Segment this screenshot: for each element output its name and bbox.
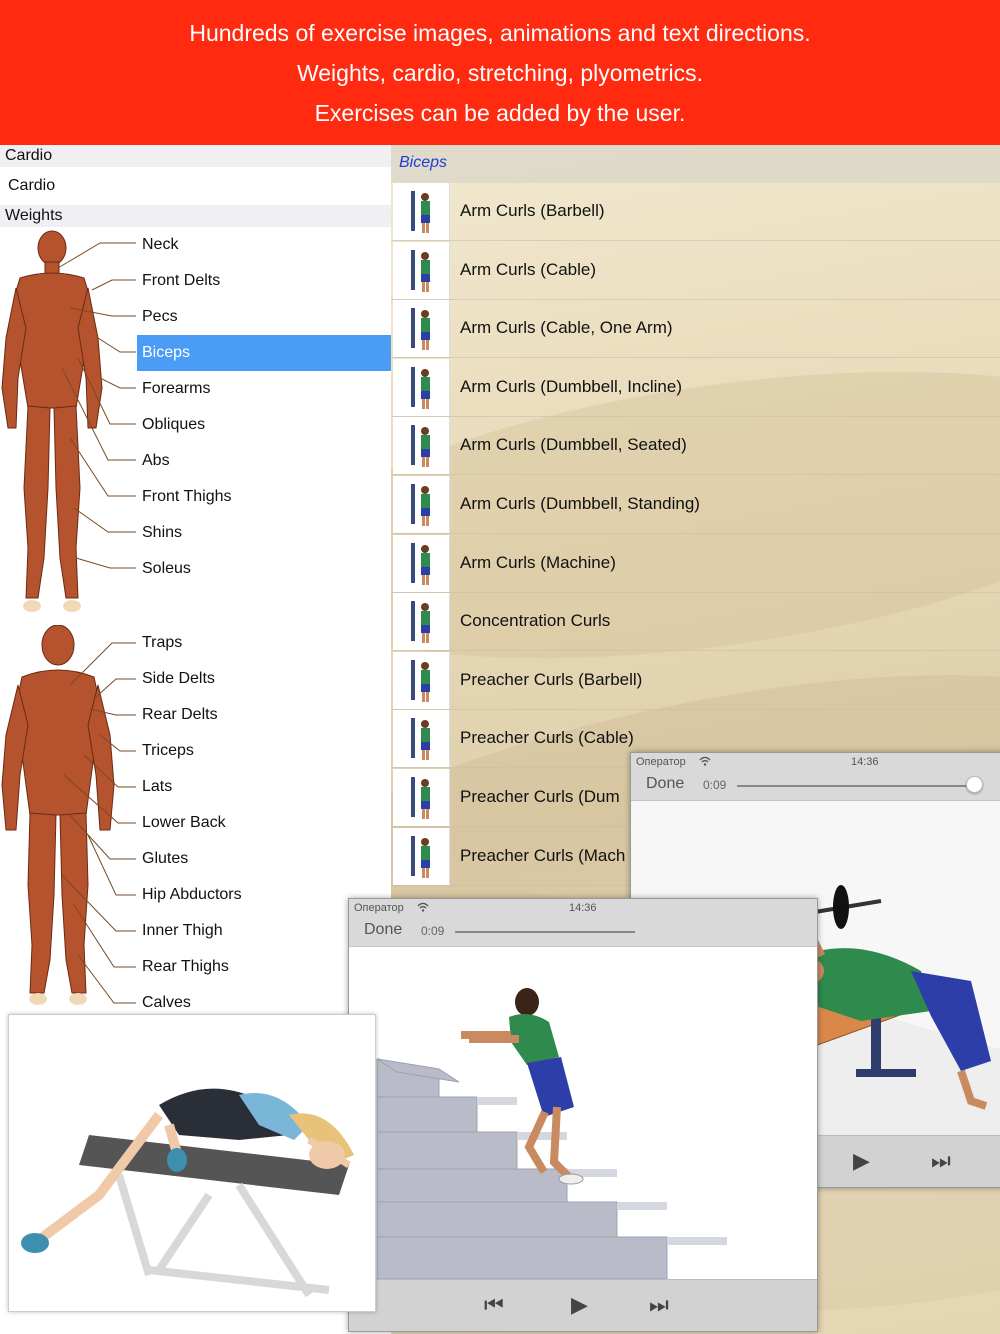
list-section-header: Biceps	[391, 145, 1000, 183]
banner-line-1: Hundreds of exercise images, animations …	[189, 20, 811, 46]
exercise-thumbnail	[393, 593, 450, 651]
status-time: 14:36	[569, 902, 597, 914]
exercise-thumbnail	[393, 827, 450, 885]
play-icon[interactable]: ▶	[571, 1292, 588, 1318]
elapsed-time: 0:09	[703, 778, 727, 792]
exercise-row[interactable]: Arm Curls (Dumbbell, Seated)	[391, 417, 1000, 476]
exercise-name: Arm Curls (Cable, One Arm)	[460, 318, 673, 338]
list-header-title: Biceps	[399, 154, 448, 171]
muscle-item-rear-delts[interactable]: Rear Delts	[137, 697, 391, 733]
muscle-item-glutes[interactable]: Glutes	[137, 841, 391, 877]
wifi-icon	[417, 902, 429, 915]
progress-track[interactable]	[737, 785, 975, 787]
exercise-name: Arm Curls (Dumbbell, Seated)	[460, 435, 687, 455]
exercise-thumbnail	[393, 183, 450, 240]
exercise-thumbnail	[393, 417, 450, 475]
exercise-thumbnail	[393, 476, 450, 533]
exercise-row[interactable]: Arm Curls (Dumbbell, Standing)	[391, 476, 1000, 534]
bench-stretch-illustration	[9, 1015, 375, 1311]
list-item-cardio[interactable]: Cardio	[0, 167, 391, 204]
muscle-item-front-thighs[interactable]: Front Thighs	[137, 479, 391, 515]
muscle-item-pecs[interactable]: Pecs	[137, 299, 391, 335]
front-anatomy-figure	[1, 230, 136, 612]
fast-forward-icon[interactable]: ⏭	[649, 1292, 669, 1318]
fast-forward-icon[interactable]: ⏭	[931, 1148, 951, 1174]
exercise-thumbnail	[393, 300, 450, 358]
exercise-row[interactable]: Preacher Curls (Barbell)	[391, 651, 1000, 710]
status-time: 14:36	[851, 756, 879, 768]
carrier-label: Оператор	[354, 902, 404, 914]
exercise-row[interactable]: Arm Curls (Machine)	[391, 534, 1000, 593]
exercise-name: Preacher Curls (Dum	[460, 787, 620, 806]
muscle-item-neck[interactable]: Neck	[137, 227, 391, 263]
muscle-item-front-delts[interactable]: Front Delts	[137, 263, 391, 299]
muscle-item-side-delts[interactable]: Side Delts	[137, 661, 391, 697]
muscle-item-lats[interactable]: Lats	[137, 769, 391, 805]
play-icon[interactable]: ▶	[853, 1148, 870, 1174]
exercise-thumbnail	[393, 651, 450, 709]
done-button[interactable]: Done	[364, 921, 402, 939]
exercise-thumbnail	[393, 769, 450, 826]
video-player-stairs[interactable]: Оператор 14:36 Done 0:09 ⏮ ▶ ⏭	[348, 898, 818, 1332]
muscle-item-traps[interactable]: Traps	[137, 625, 391, 661]
section-header-cardio: Cardio	[0, 145, 391, 167]
progress-knob[interactable]	[966, 776, 983, 793]
muscle-item-obliques[interactable]: Obliques	[137, 407, 391, 443]
stretch-exercise-image	[8, 1014, 376, 1312]
exercise-name: Preacher Curls (Mach	[460, 845, 626, 865]
muscle-item-lower-back[interactable]: Lower Back	[137, 805, 391, 841]
exercise-name: Arm Curls (Cable)	[460, 259, 597, 279]
back-anatomy-figure	[1, 625, 136, 1005]
muscle-item-shins[interactable]: Shins	[137, 515, 391, 551]
muscle-item-abs[interactable]: Abs	[137, 443, 391, 479]
exercise-name: Arm Curls (Machine)	[460, 552, 616, 572]
exercise-row[interactable]: Arm Curls (Cable)	[391, 241, 1000, 300]
elapsed-time: 0:09	[421, 924, 445, 938]
muscle-item-soleus[interactable]: Soleus	[137, 551, 391, 587]
exercise-row[interactable]: Arm Curls (Cable, One Arm)	[391, 300, 1000, 359]
section-header-weights: Weights	[0, 205, 391, 227]
stair-jump-illustration	[349, 947, 817, 1279]
progress-track[interactable]	[455, 931, 635, 933]
exercise-row[interactable]: Arm Curls (Barbell)	[391, 183, 1000, 241]
exercise-row[interactable]: Arm Curls (Dumbbell, Incline)	[391, 358, 1000, 417]
muscle-item-forearms[interactable]: Forearms	[137, 371, 391, 407]
exercise-name: Arm Curls (Barbell)	[460, 201, 605, 220]
exercise-name: Arm Curls (Dumbbell, Standing)	[460, 494, 700, 513]
exercise-name: Preacher Curls (Cable)	[460, 728, 634, 748]
player-toolbar: Оператор 14:36 Done 0:09	[631, 753, 1000, 801]
player-controls: ⏮ ▶ ⏭	[349, 1279, 817, 1331]
banner-line-2: Weights, cardio, stretching, plyometrics…	[296, 60, 704, 86]
exercise-name: Preacher Curls (Barbell)	[460, 669, 643, 689]
exercise-thumbnail	[393, 358, 450, 416]
promo-banner: Hundreds of exercise images, animations …	[0, 0, 1000, 145]
player-toolbar: Оператор 14:36 Done 0:09	[349, 899, 817, 947]
muscle-item-triceps[interactable]: Triceps	[137, 733, 391, 769]
exercise-thumbnail	[393, 710, 450, 768]
exercise-thumbnail	[393, 534, 450, 592]
exercise-row[interactable]: Concentration Curls	[391, 593, 1000, 652]
wifi-icon	[699, 756, 711, 769]
rewind-icon[interactable]: ⏮	[484, 1292, 504, 1318]
exercise-thumbnail	[393, 241, 450, 299]
done-button[interactable]: Done	[646, 775, 684, 793]
muscle-item-biceps[interactable]: Biceps	[137, 335, 391, 371]
exercise-name: Concentration Curls	[460, 611, 611, 631]
banner-line-3: Exercises can be added by the user.	[314, 100, 686, 126]
exercise-name: Arm Curls (Dumbbell, Incline)	[460, 376, 682, 396]
carrier-label: Оператор	[636, 756, 686, 768]
